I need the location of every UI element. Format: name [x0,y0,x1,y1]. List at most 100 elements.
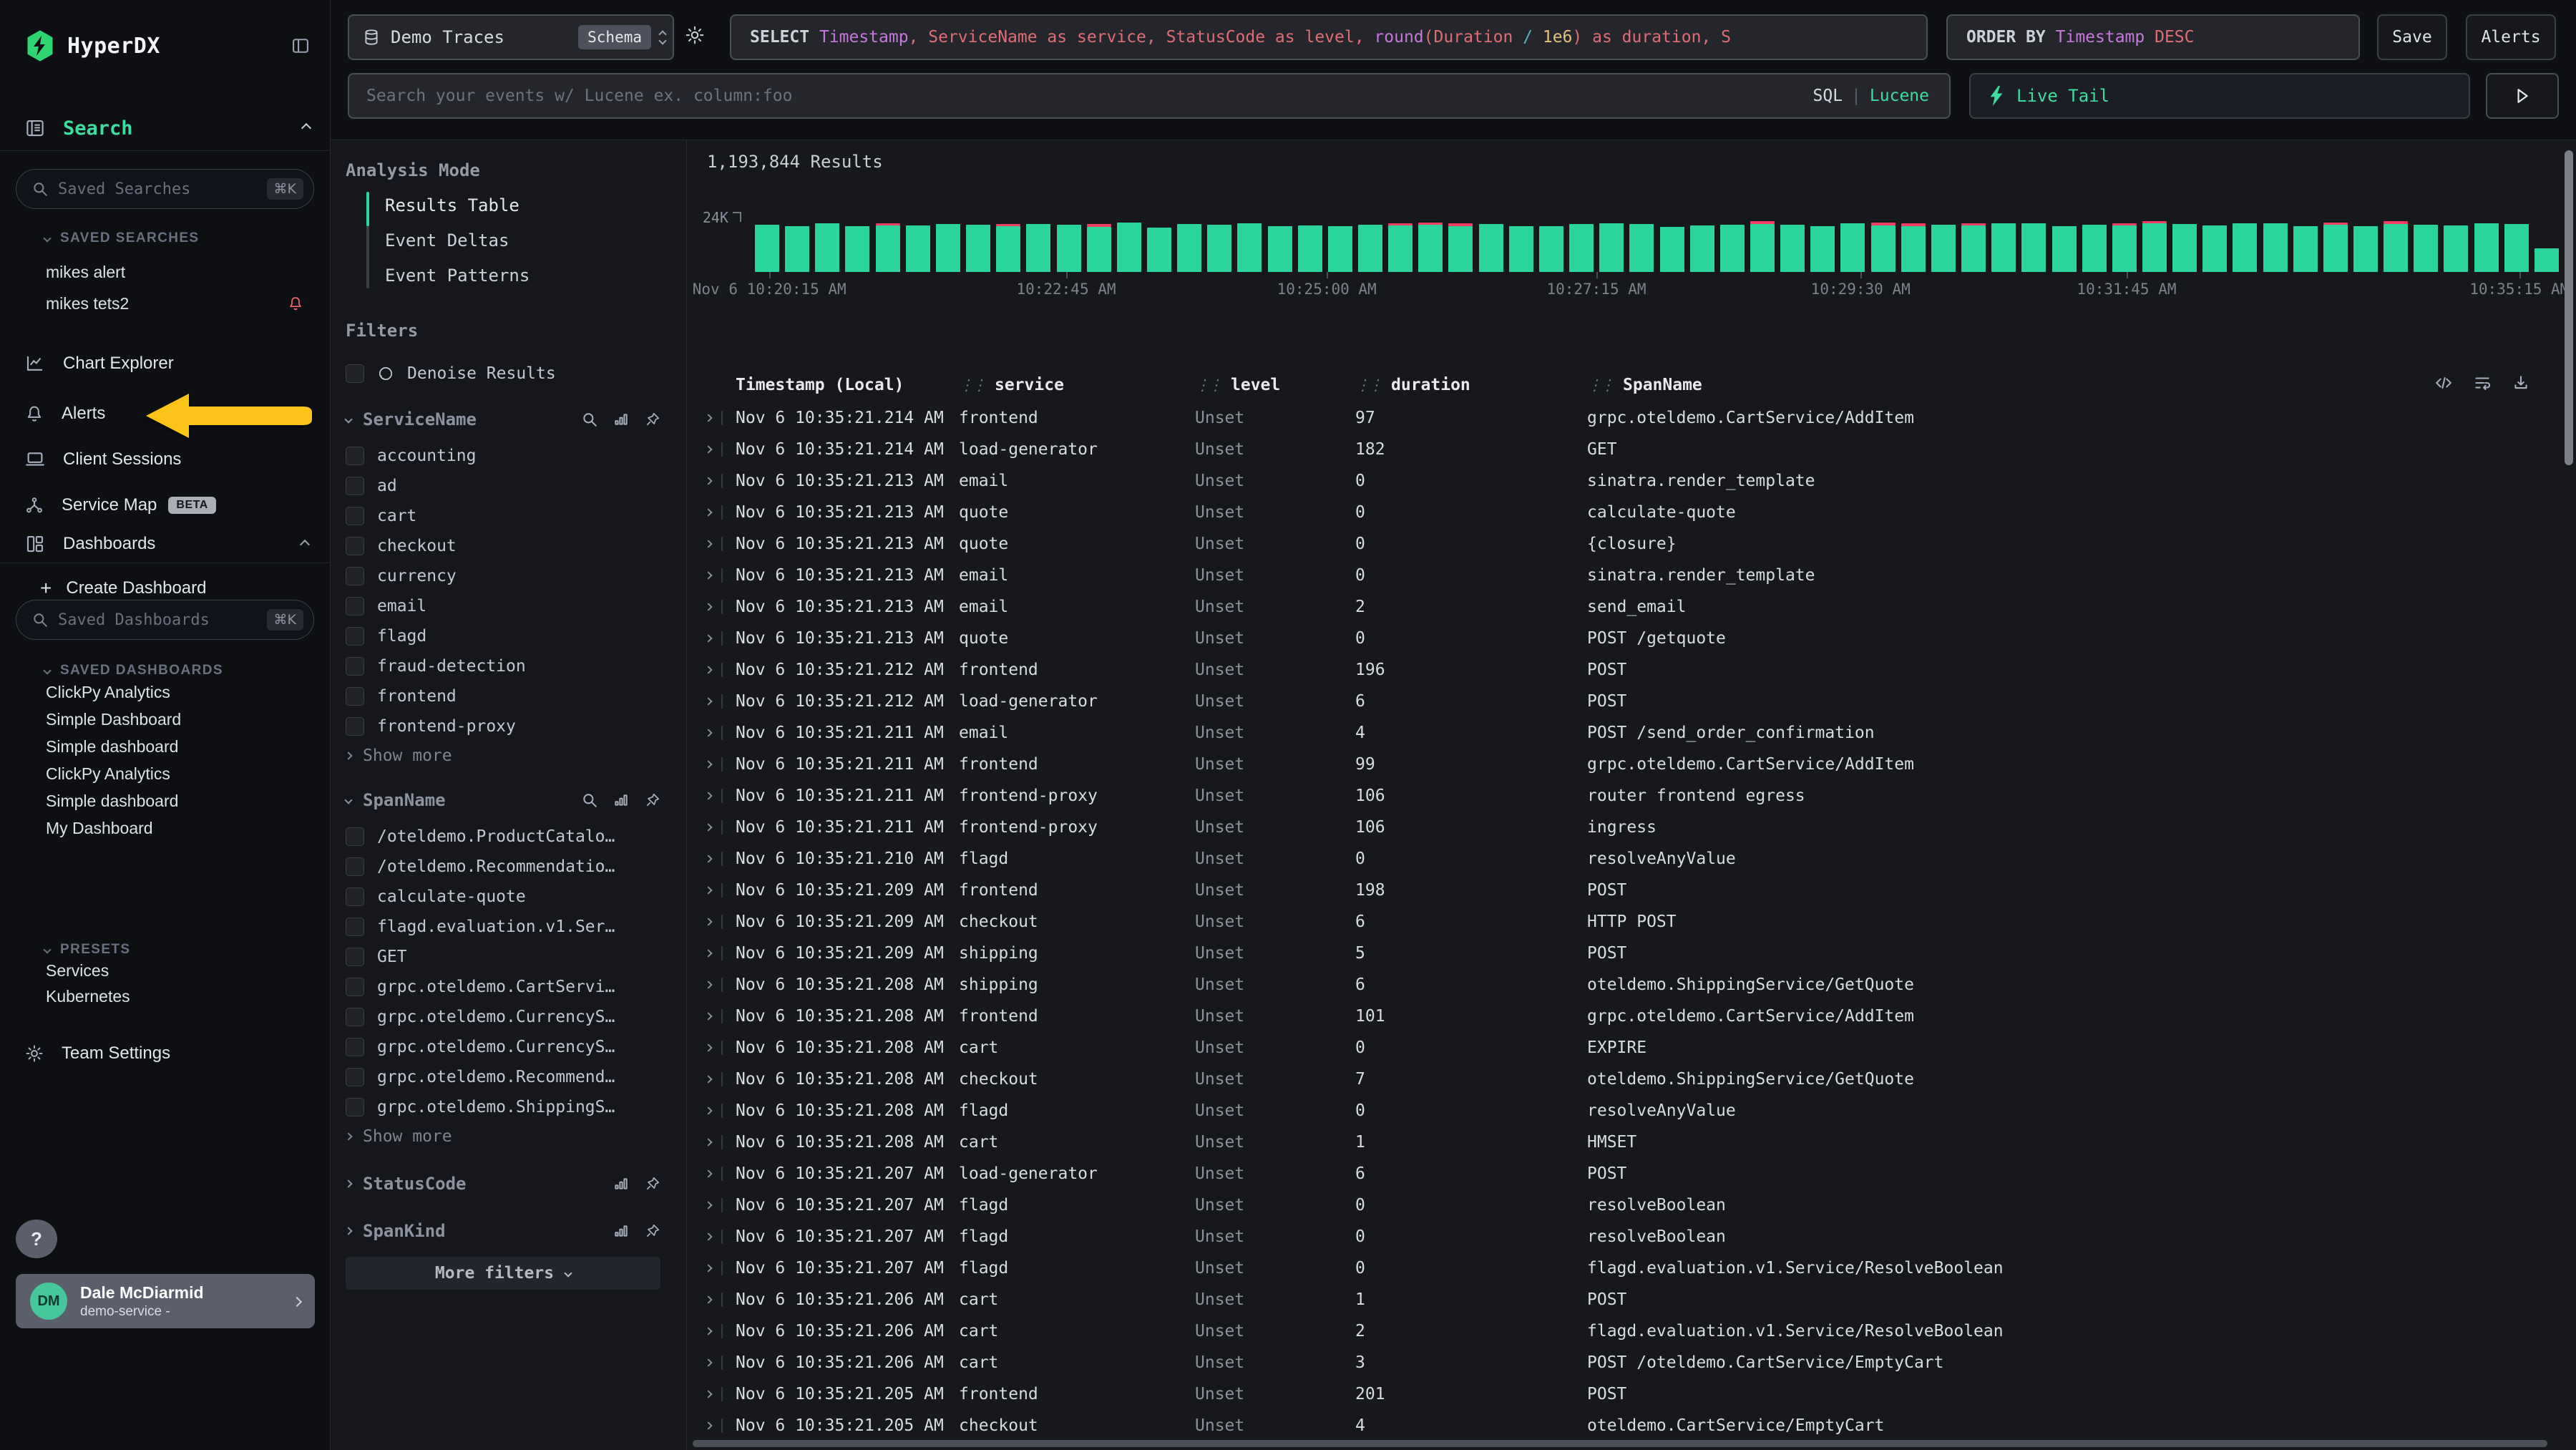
table-row[interactable]: Nov 6 10:35:21.206 AMcartUnset1POST [703,1284,2559,1315]
expand-row-icon[interactable] [704,666,712,673]
expand-row-icon[interactable] [704,1201,712,1209]
expand-row-icon[interactable] [704,792,712,799]
filter-group-header-servicename[interactable]: ServiceName [346,404,660,435]
expand-row-icon[interactable] [704,1421,712,1429]
download-icon[interactable] [2512,374,2530,392]
sidebar-item-alerts[interactable]: Alerts [0,398,330,429]
expand-row-icon[interactable] [704,1232,712,1240]
pin-icon[interactable] [645,1223,660,1239]
sidebar-item-client-sessions[interactable]: Client Sessions [0,444,330,475]
checkbox[interactable] [346,567,364,585]
saved-searches-label[interactable]: SAVED SEARCHES [0,230,330,246]
expand-row-icon[interactable] [704,918,712,925]
table-row[interactable]: Nov 6 10:35:21.211 AMfrontend-proxyUnset… [703,812,2559,843]
table-row[interactable]: Nov 6 10:35:21.212 AMload-generatorUnset… [703,686,2559,717]
table-row[interactable]: Nov 6 10:35:21.211 AMfrontendUnset99grpc… [703,749,2559,780]
analysis-mode-results-table[interactable]: Results Table [385,188,675,223]
checkbox[interactable] [346,1098,364,1116]
presets-label[interactable]: PRESETS [0,942,330,958]
filter-checkbox-item[interactable]: flagd.evaluation.v1.Ser… [346,912,660,942]
pin-icon[interactable] [645,1176,660,1192]
expand-row-icon[interactable] [704,1138,712,1146]
expand-row-icon[interactable] [704,445,712,453]
checkbox[interactable] [346,1008,364,1026]
table-row[interactable]: Nov 6 10:35:21.209 AMfrontendUnset198POS… [703,875,2559,906]
expand-row-icon[interactable] [704,1327,712,1335]
checkbox[interactable] [346,447,364,465]
saved-dashboard-item[interactable]: My Dashboard [46,814,330,842]
expand-row-icon[interactable] [704,949,712,957]
sidebar-item-chart-explorer[interactable]: Chart Explorer [0,348,330,379]
expand-row-icon[interactable] [704,1169,712,1177]
table-row[interactable]: Nov 6 10:35:21.205 AMcheckoutUnset4oteld… [703,1410,2559,1441]
filter-checkbox-item[interactable]: grpc.oteldemo.ShippingS… [346,1092,660,1122]
user-card[interactable]: DM Dale McDiarmid demo-service - [16,1274,315,1328]
table-row[interactable]: Nov 6 10:35:21.213 AMquoteUnset0{closure… [703,528,2559,560]
checkbox[interactable] [346,948,364,966]
expand-row-icon[interactable] [704,1075,712,1083]
saved-dashboards-label[interactable]: SAVED DASHBOARDS [0,663,330,678]
sidebar-section-search[interactable]: Search [0,112,330,145]
checkbox[interactable] [346,1038,364,1056]
drag-handle-icon[interactable]: ⋮⋮ [1355,376,1381,394]
saved-dashboard-item[interactable]: Simple dashboard [46,787,330,814]
filter-checkbox-item[interactable]: frontend-proxy [346,711,660,741]
checkbox[interactable] [346,978,364,996]
show-more-button[interactable]: Show more [346,741,660,770]
expand-row-icon[interactable] [704,1106,712,1114]
saved-dashboard-item[interactable]: Simple dashboard [46,733,330,760]
checkbox[interactable] [346,1068,364,1086]
filter-checkbox-item[interactable]: cart [346,501,660,531]
table-row[interactable]: Nov 6 10:35:21.211 AMfrontend-proxyUnset… [703,780,2559,812]
checkbox[interactable] [346,507,364,525]
expand-row-icon[interactable] [704,1358,712,1366]
table-row[interactable]: Nov 6 10:35:21.208 AMcartUnset1HMSET [703,1127,2559,1158]
expand-row-icon[interactable] [704,1390,712,1398]
source-settings-gear-icon[interactable] [684,24,706,46]
table-row[interactable]: Nov 6 10:35:21.208 AMfrontendUnset101grp… [703,1001,2559,1032]
expand-row-icon[interactable] [704,855,712,862]
checkbox[interactable] [346,657,364,676]
checkbox[interactable] [346,918,364,936]
run-query-button[interactable] [2486,73,2559,119]
filter-checkbox-item[interactable]: grpc.oteldemo.CurrencyS… [346,1032,660,1062]
saved-dashboards-input[interactable]: Saved Dashboards ⌘K [16,600,314,640]
column-header-duration[interactable]: ⋮⋮duration [1355,376,1587,394]
sidebar-section-dashboards[interactable]: Dashboards [0,528,330,560]
expand-row-icon[interactable] [704,508,712,516]
filter-checkbox-item[interactable]: grpc.oteldemo.CartServi… [346,972,660,1002]
filter-group-header-statuscode[interactable]: StatusCode [346,1168,660,1200]
expand-row-icon[interactable] [704,886,712,894]
table-row[interactable]: Nov 6 10:35:21.208 AMflagdUnset0resolveA… [703,1095,2559,1127]
table-row[interactable]: Nov 6 10:35:21.207 AMflagdUnset0flagd.ev… [703,1252,2559,1284]
filter-checkbox-item[interactable]: accounting [346,441,660,471]
table-row[interactable]: Nov 6 10:35:21.207 AMflagdUnset0resolveB… [703,1221,2559,1252]
filter-checkbox-item[interactable]: frontend [346,681,660,711]
table-row[interactable]: Nov 6 10:35:21.208 AMshippingUnset6oteld… [703,969,2559,1001]
filter-checkbox-item[interactable]: ad [346,471,660,501]
expand-row-icon[interactable] [704,1012,712,1020]
expand-row-icon[interactable] [704,823,712,831]
expand-row-icon[interactable] [704,571,712,579]
filter-checkbox-item[interactable]: checkout [346,531,660,561]
table-row[interactable]: Nov 6 10:35:21.206 AMcartUnset3POST /ote… [703,1347,2559,1378]
text-wrap-icon[interactable] [2473,374,2492,392]
alerts-button[interactable]: Alerts [2466,14,2556,60]
collapse-panel-icon[interactable] [290,36,311,56]
checkbox[interactable] [346,857,364,876]
preset-item[interactable]: Services [46,958,330,983]
table-row[interactable]: Nov 6 10:35:21.211 AMemailUnset4POST /se… [703,717,2559,749]
expand-row-icon[interactable] [704,1295,712,1303]
column-header-timestamp[interactable]: Timestamp (Local) [736,376,959,394]
bar-chart-icon[interactable] [613,1223,629,1239]
filter-checkbox-item[interactable]: GET [346,942,660,972]
chevron-up-icon[interactable] [301,123,311,133]
filter-checkbox-item[interactable]: /oteldemo.ProductCatalo… [346,822,660,852]
more-filters-button[interactable]: More filters [346,1257,660,1290]
denoise-results-toggle[interactable]: Denoise Results [346,359,660,388]
table-row[interactable]: Nov 6 10:35:21.213 AMquoteUnset0calculat… [703,497,2559,528]
table-row[interactable]: Nov 6 10:35:21.213 AMemailUnset0sinatra.… [703,560,2559,591]
show-more-button[interactable]: Show more [346,1122,660,1151]
saved-search-item[interactable]: mikes tets2 [46,288,330,319]
filter-checkbox-item[interactable]: grpc.oteldemo.Recommend… [346,1062,660,1092]
